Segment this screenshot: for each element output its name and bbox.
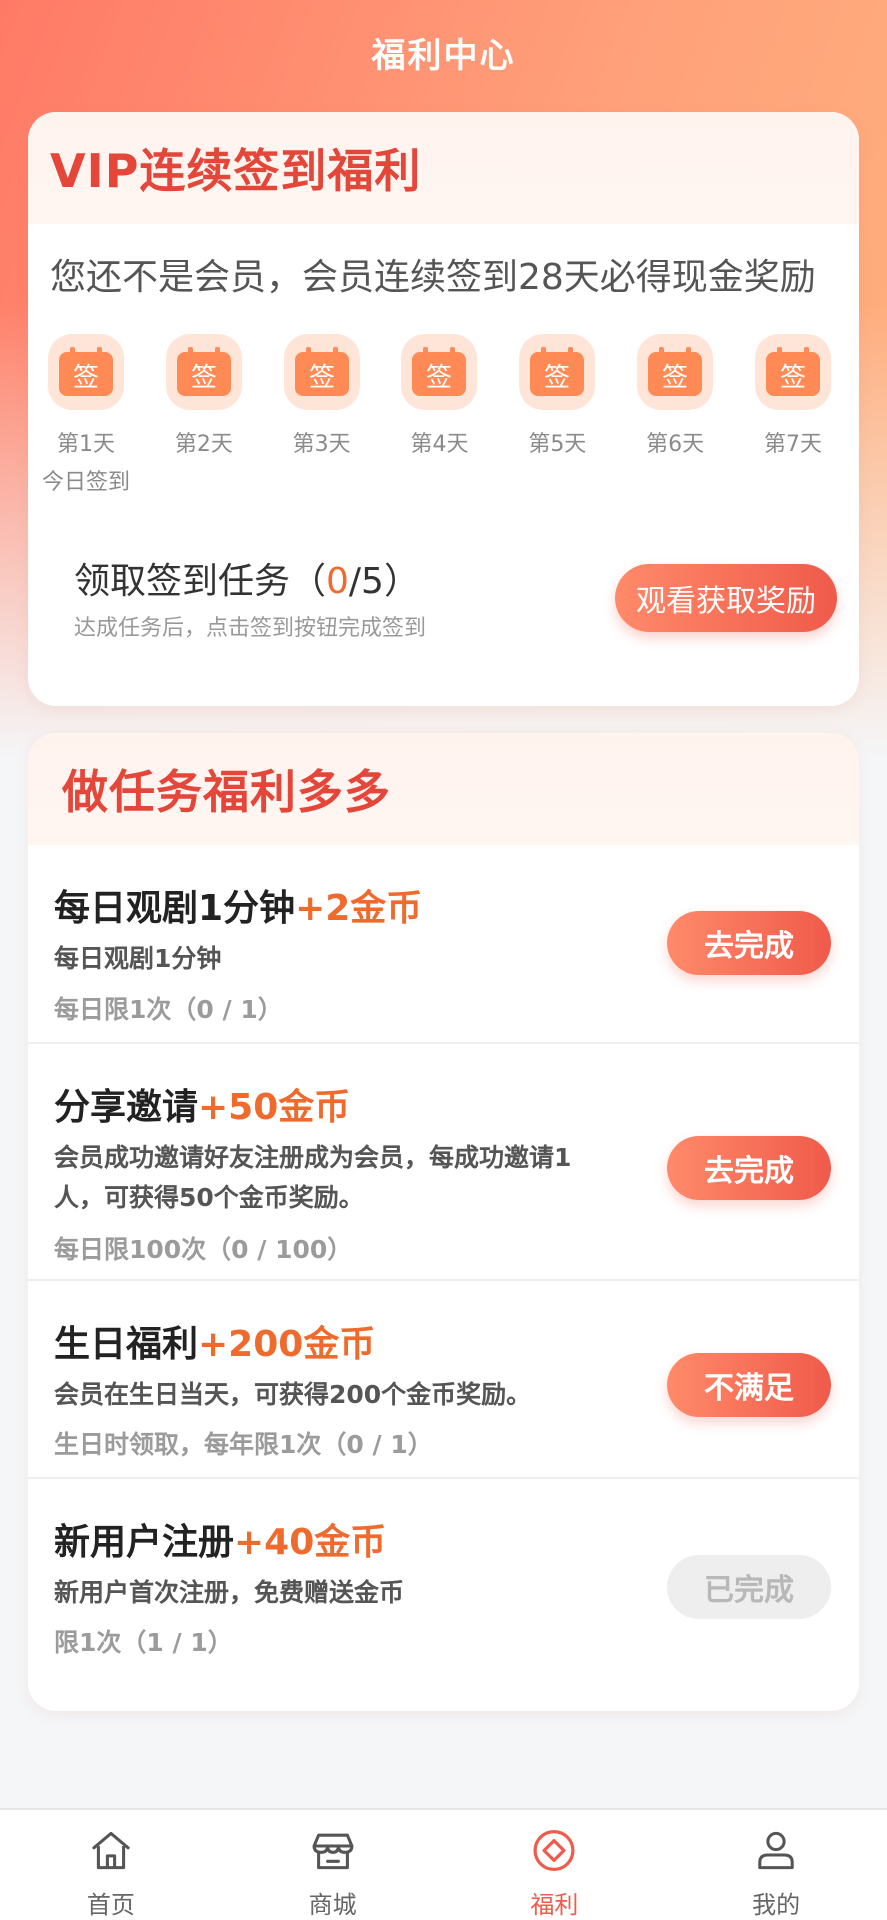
profile-icon [758, 1831, 794, 1870]
signin-days: 签 第1天 今日签到 签 第2天 签 第3天 签 第4天 签 第5天 签 第6天… [28, 320, 859, 496]
task-not-eligible-button[interactable]: 不满足 [667, 1353, 831, 1417]
task-title: 分享邀请+50金币 [54, 1087, 351, 1128]
signin-day-5[interactable]: 签 第5天 [507, 334, 607, 496]
nav-label: 首页 [86, 1891, 135, 1919]
vip-signin-card: VIP连续签到福利 您还不是会员，会员连续签到28天必得现金奖励 签 第1天 今… [28, 112, 859, 706]
nav-item-store[interactable]: 商城 [222, 1810, 444, 1920]
calendar-sign-icon: 签 [283, 334, 360, 410]
task-complete-button[interactable]: 去完成 [667, 911, 831, 975]
task-limit: 生日时领取，每年限1次（0 / 1） [54, 1430, 433, 1459]
task-title: 新用户注册+40金币 [54, 1522, 387, 1563]
task-done-button[interactable]: 已完成 [667, 1555, 831, 1619]
svg-text:签: 签 [426, 363, 452, 393]
signin-day-4[interactable]: 签 第4天 [389, 334, 489, 496]
signin-day-7[interactable]: 签 第7天 [743, 334, 843, 496]
signin-task-desc: 达成任务后，点击签到按钮完成签到 [74, 616, 427, 641]
task-desc: 新用户首次注册，免费赠送金币 [54, 1578, 405, 1607]
tasks-card-header: 做任务福利多多 [28, 733, 859, 845]
signin-task-title: 领取签到任务（0/5） [74, 561, 420, 602]
vip-subtitle: 您还不是会员，会员连续签到28天必得现金奖励 [50, 257, 816, 298]
watch-reward-button[interactable]: 观看获取奖励 [615, 564, 837, 632]
task-item-daily-watch: 每日观剧1分钟+2金币 每日观剧1分钟 每日限1次（0 / 1） 去完成 [28, 845, 859, 1044]
signin-day-3[interactable]: 签 第3天 [272, 334, 372, 496]
task-desc: 会员在生日当天，可获得200个金币奖励。 [54, 1380, 532, 1409]
today-signin-label: 今日签到 [41, 470, 130, 495]
bottom-nav: 首页 商城 福利 我的 [0, 1808, 887, 1920]
calendar-sign-icon: 签 [519, 334, 596, 410]
calendar-sign-icon: 签 [637, 334, 714, 410]
task-limit: 限1次（1 / 1） [54, 1628, 233, 1657]
day-label: 第4天 [410, 432, 469, 457]
task-reward: +50金币 [198, 1087, 351, 1128]
svg-text:签: 签 [309, 363, 335, 393]
day-label: 第1天 [57, 432, 115, 457]
task-reward: +2金币 [295, 888, 423, 929]
nav-label: 我的 [752, 1891, 801, 1919]
nav-item-welfare[interactable]: 福利 [444, 1810, 666, 1920]
svg-text:签: 签 [662, 363, 688, 393]
task-item-share-invite: 分享邀请+50金币 会员成功邀请好友注册成为会员，每成功邀请1人，可获得50个金… [28, 1044, 859, 1281]
calendar-sign-icon: 签 [401, 334, 478, 410]
signin-day-6[interactable]: 签 第6天 [625, 334, 725, 496]
task-item-birthday: 生日福利+200金币 会员在生日当天，可获得200个金币奖励。 生日时领取，每年… [28, 1281, 859, 1479]
calendar-sign-icon: 签 [754, 334, 831, 410]
nav-label: 商城 [308, 1891, 357, 1919]
svg-text:签: 签 [73, 363, 99, 393]
day-label: 第6天 [646, 432, 705, 457]
task-title: 每日观剧1分钟+2金币 [54, 888, 423, 929]
task-limit: 每日限1次（0 / 1） [54, 995, 283, 1024]
svg-text:签: 签 [544, 363, 570, 393]
welfare-icon [533, 1829, 575, 1872]
nav-label: 福利 [530, 1891, 579, 1919]
day-label: 第3天 [292, 432, 351, 457]
vip-card-title: VIP连续签到福利 [50, 144, 422, 198]
day-label: 第5天 [528, 432, 587, 457]
tasks-card-title: 做任务福利多多 [62, 765, 391, 819]
calendar-sign-icon: 签 [165, 334, 242, 410]
day-label: 第7天 [763, 432, 822, 457]
vip-card-header: VIP连续签到福利 [28, 112, 859, 224]
signin-day-2[interactable]: 签 第2天 [154, 334, 254, 496]
task-desc: 每日观剧1分钟 [54, 944, 222, 973]
signin-task-row: 领取签到任务（0/5） 达成任务后，点击签到按钮完成签到 观看获取奖励 [28, 552, 859, 662]
nav-item-home[interactable]: 首页 [0, 1810, 222, 1920]
task-item-new-user: 新用户注册+40金币 新用户首次注册，免费赠送金币 限1次（1 / 1） 已完成 [28, 1479, 859, 1679]
home-icon [92, 1831, 130, 1870]
page-title: 福利中心 [371, 36, 516, 76]
signin-task-progress: 0 [326, 561, 349, 602]
task-complete-button[interactable]: 去完成 [667, 1136, 831, 1200]
svg-text:签: 签 [780, 363, 806, 393]
store-icon [312, 1833, 354, 1870]
task-reward: +40金币 [234, 1522, 387, 1563]
day-label: 第2天 [174, 432, 233, 457]
calendar-sign-icon: 签 [48, 334, 124, 410]
task-reward: +200金币 [198, 1324, 376, 1365]
nav-item-profile[interactable]: 我的 [665, 1810, 887, 1920]
tasks-card: 做任务福利多多 每日观剧1分钟+2金币 每日观剧1分钟 每日限1次（0 / 1）… [28, 733, 859, 1711]
svg-text:签: 签 [191, 363, 217, 393]
task-title: 生日福利+200金币 [54, 1324, 376, 1365]
task-desc: 会员成功邀请好友注册成为会员，每成功邀请1人，可获得50个金币奖励。 [54, 1143, 572, 1212]
signin-day-1[interactable]: 签 第1天 今日签到 [36, 334, 136, 496]
task-limit: 每日限100次（0 / 100） [54, 1235, 353, 1264]
